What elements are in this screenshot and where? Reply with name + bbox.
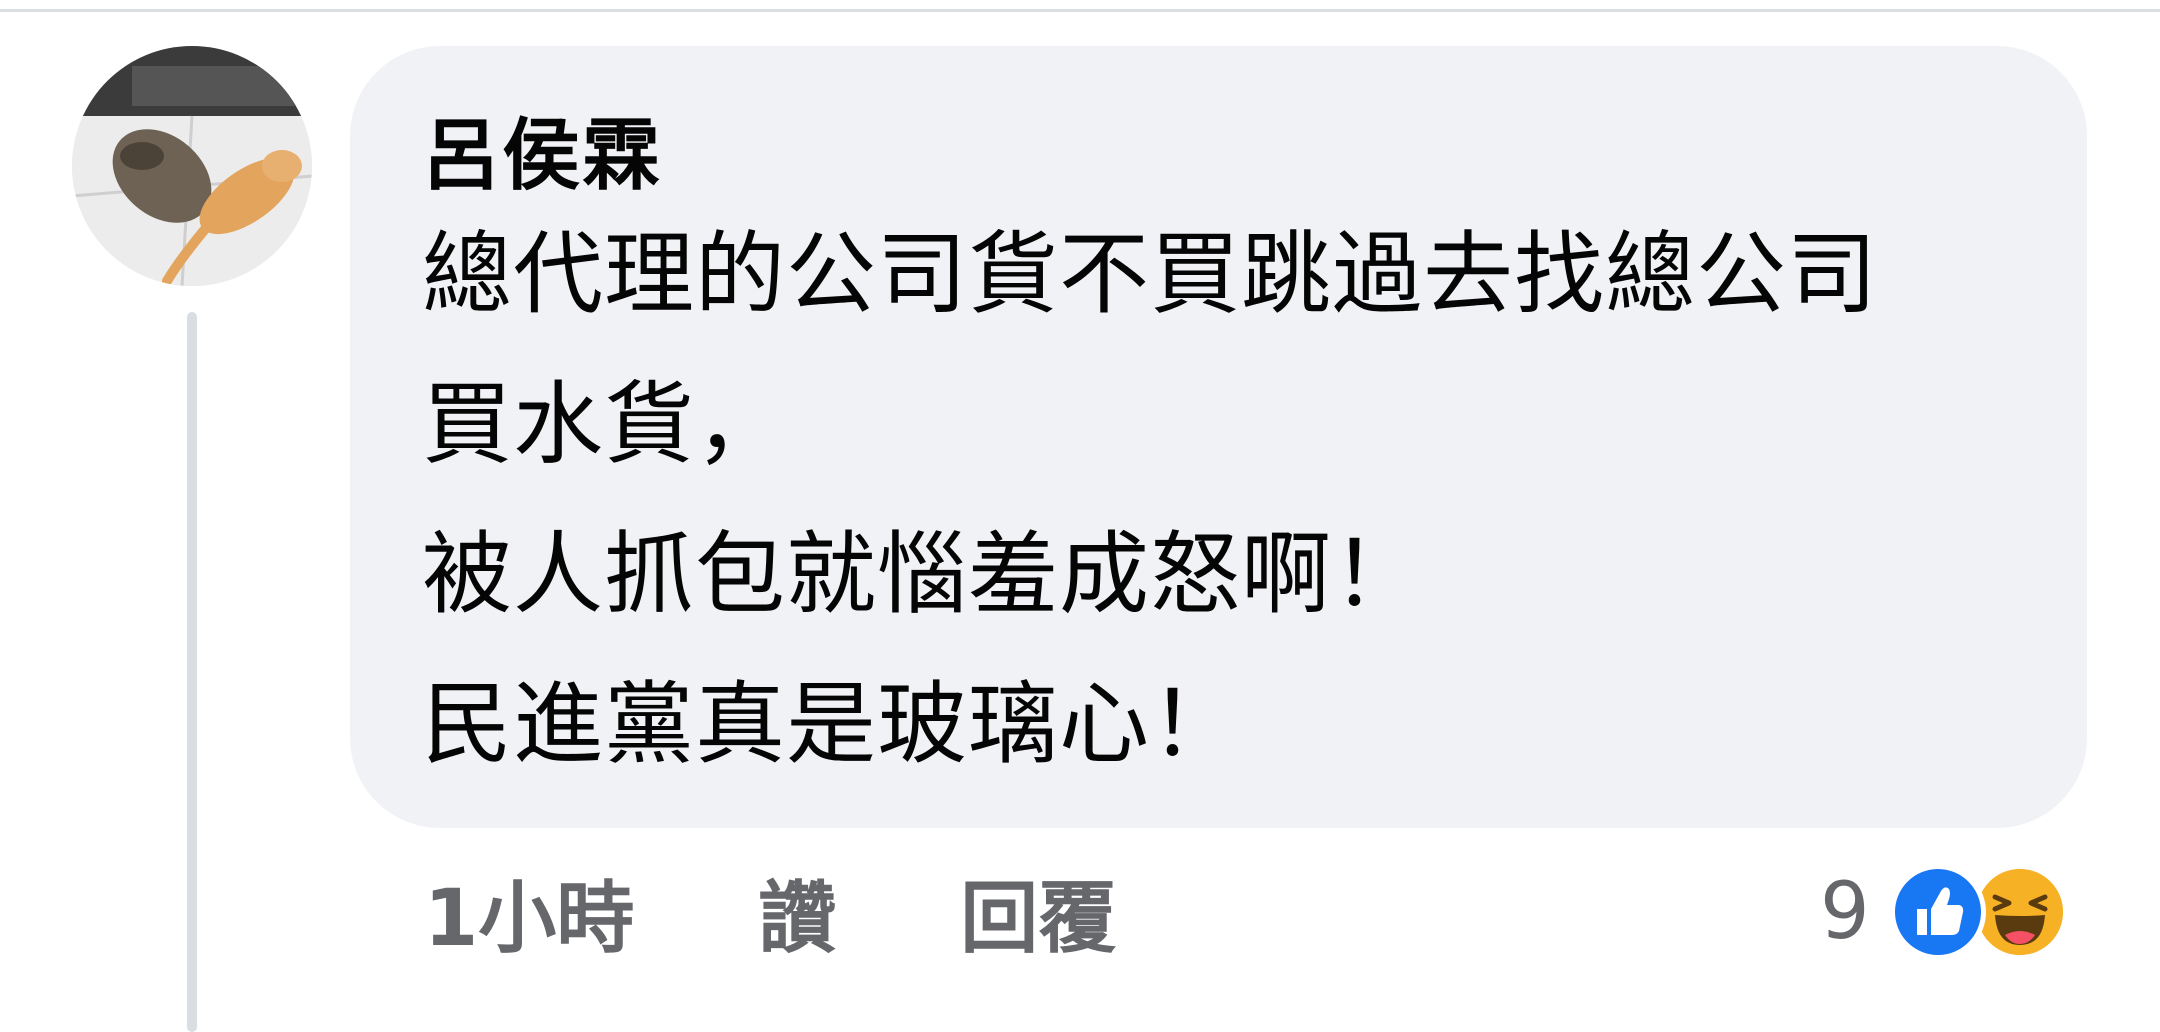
- comment-text-line: 民進黨真是玻璃心！: [422, 672, 1241, 777]
- reaction-summary[interactable]: 9: [1820, 862, 2068, 962]
- reaction-count: 9: [1820, 867, 1870, 957]
- top-divider: [0, 9, 2160, 12]
- like-icon: [1889, 864, 1986, 960]
- avatar-cats-image: [72, 46, 312, 286]
- thread-line: [187, 312, 197, 1032]
- comment-timestamp[interactable]: 1小時: [424, 856, 634, 968]
- like-button[interactable]: 讚: [758, 856, 836, 968]
- comment-bubble: 呂侯霖 總代理的公司貨不買跳過去找總公司 買水貨， 被人抓包就惱羞成怒啊！ 民進…: [350, 46, 2087, 828]
- comment-text-line: 總代理的公司貨不買跳過去找總公司: [422, 222, 1878, 327]
- comment-text-line: 被人抓包就惱羞成怒啊！: [422, 522, 1423, 627]
- avatar[interactable]: [72, 46, 312, 286]
- comment-actions: 1小時 讚 回覆: [424, 862, 1116, 964]
- comment-text-line: 買水貨，: [422, 372, 786, 477]
- haha-icon: [1971, 864, 2068, 960]
- comment-author[interactable]: 呂侯霖: [422, 106, 2087, 206]
- reply-button[interactable]: 回覆: [960, 856, 1116, 968]
